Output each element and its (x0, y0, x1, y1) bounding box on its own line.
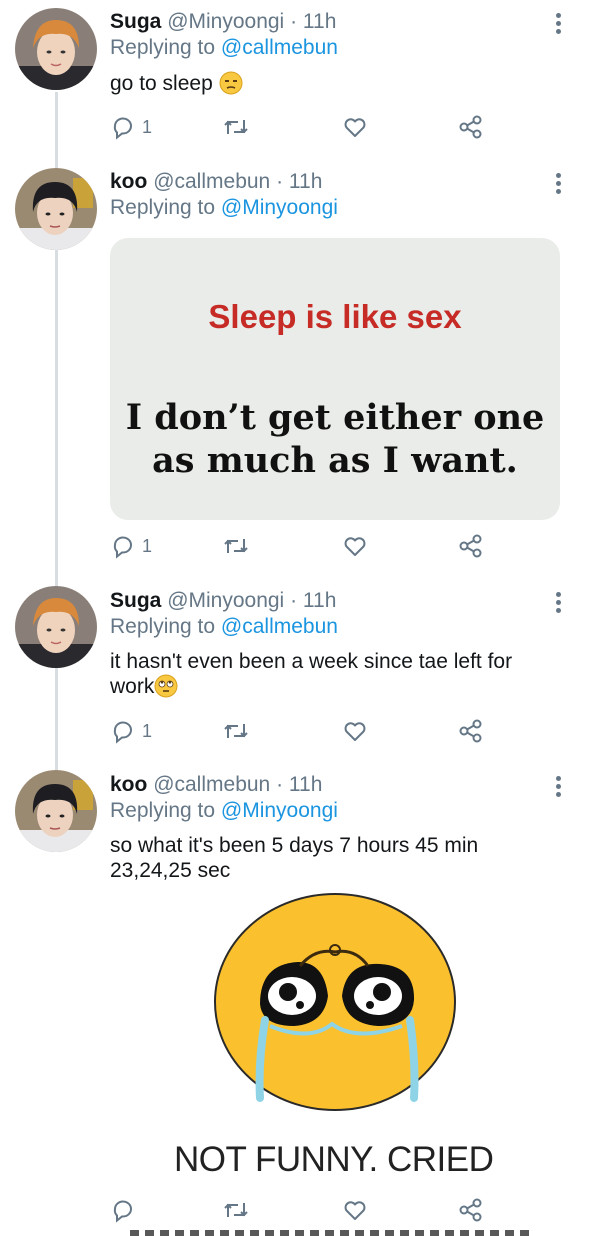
tweet-text-line: 23,24,25 sec (110, 859, 231, 882)
like-button[interactable] (342, 112, 368, 142)
heart-icon (342, 533, 368, 559)
tweet-text: it hasn't even been a week since tae lef… (110, 649, 560, 699)
share-button[interactable] (458, 112, 484, 142)
avatar[interactable] (15, 770, 97, 852)
reply-icon (110, 718, 136, 744)
share-button[interactable] (458, 531, 484, 561)
meme-headline: Sleep is like sex (208, 298, 462, 335)
share-icon (458, 1197, 484, 1223)
tweet-header: koo @callmebun · 11h (110, 169, 322, 195)
tweet-actions: 1 (110, 716, 510, 746)
reply-button[interactable]: 1 (110, 531, 152, 561)
handle[interactable]: @callmebun (153, 170, 270, 193)
timestamp[interactable]: 11h (289, 773, 322, 796)
retweet-icon (222, 114, 250, 140)
more-vertical-icon[interactable] (548, 589, 568, 619)
more-vertical-icon[interactable] (548, 773, 568, 803)
more-vertical-icon[interactable] (548, 10, 568, 40)
heart-icon (342, 1197, 368, 1223)
like-button[interactable] (342, 1195, 368, 1225)
display-name[interactable]: Suga (110, 589, 161, 612)
reply-count: 1 (142, 535, 153, 556)
retweet-button[interactable] (222, 112, 250, 142)
replying-to: Replying to @Minyoongi (110, 195, 338, 221)
mention-link[interactable]: @callmebun (221, 36, 338, 59)
like-button[interactable] (342, 531, 368, 561)
reply-icon (110, 114, 136, 140)
tweet-text-line: work (110, 675, 155, 698)
separator: · (270, 773, 289, 796)
tweet-text: go to sleep (110, 71, 560, 96)
cut-off-content (130, 1230, 530, 1236)
tweet-actions: 1 (110, 112, 510, 142)
replying-label: Replying to (110, 615, 221, 638)
replying-to: Replying to @callmebun (110, 35, 338, 61)
reply-count: 1 (142, 116, 153, 137)
tweet-header: Suga @Minyoongi · 11h (110, 588, 336, 614)
handle[interactable]: @Minyoongi (167, 589, 284, 612)
replying-label: Replying to (110, 196, 221, 219)
replying-label: Replying to (110, 36, 221, 59)
avatar[interactable] (15, 168, 97, 250)
tweet-text-line-wrap: work (110, 674, 560, 699)
meme-caption: NOT FUNNY. CRIED (174, 1140, 494, 1179)
share-icon (458, 114, 484, 140)
tweet-header: koo @callmebun · 11h (110, 772, 322, 798)
separator: · (270, 170, 289, 193)
replying-label: Replying to (110, 799, 221, 822)
reply-icon (110, 533, 136, 559)
heart-icon (342, 114, 368, 140)
tweet-header: Suga @Minyoongi · 11h (110, 9, 336, 35)
reply-button[interactable]: 1 (110, 716, 152, 746)
tweet-text-content: go to sleep (110, 72, 213, 95)
tweet-text-line: so what it's been 5 days 7 hours 45 min (110, 834, 479, 857)
retweet-button[interactable] (222, 1195, 250, 1225)
tweet-actions (110, 1195, 510, 1225)
more-vertical-icon[interactable] (548, 170, 568, 200)
reply-button[interactable] (110, 1195, 136, 1225)
heart-icon (342, 718, 368, 744)
timestamp[interactable]: 11h (303, 589, 336, 612)
reply-icon (110, 1197, 136, 1223)
display-name[interactable]: Suga (110, 10, 161, 33)
tweet-media-image[interactable]: NOT FUNNY. CRIED (110, 892, 560, 1192)
reply-count: 1 (142, 720, 153, 741)
separator: · (284, 589, 303, 612)
display-name[interactable]: koo (110, 170, 147, 193)
meme-body: I don’t get either one as much as I want… (110, 396, 560, 482)
retweet-button[interactable] (222, 531, 250, 561)
like-button[interactable] (342, 716, 368, 746)
avatar[interactable] (15, 8, 97, 90)
retweet-icon (222, 1197, 250, 1223)
handle[interactable]: @callmebun (153, 773, 270, 796)
crying-emoji-illustration (214, 893, 456, 1111)
mention-link[interactable]: @Minyoongi (221, 196, 338, 219)
tweet-actions: 1 (110, 531, 510, 561)
avatar[interactable] (15, 586, 97, 668)
share-icon (458, 718, 484, 744)
mention-link[interactable]: @callmebun (221, 615, 338, 638)
retweet-icon (222, 533, 250, 559)
timestamp[interactable]: 11h (303, 10, 336, 33)
tweet-media-image[interactable]: Sleep is like sex I don’t get either one… (110, 238, 560, 520)
replying-to: Replying to @callmebun (110, 614, 338, 640)
timestamp[interactable]: 11h (289, 170, 322, 193)
handle[interactable]: @Minyoongi (167, 10, 284, 33)
mention-link[interactable]: @Minyoongi (221, 799, 338, 822)
retweet-button[interactable] (222, 716, 250, 746)
retweet-icon (222, 718, 250, 744)
share-button[interactable] (458, 1195, 484, 1225)
separator: · (284, 10, 303, 33)
face-with-rolling-eyes-icon (154, 674, 178, 698)
share-button[interactable] (458, 716, 484, 746)
reply-button[interactable]: 1 (110, 112, 152, 142)
unamused-face-icon (219, 71, 243, 95)
tweet-text-line: it hasn't even been a week since tae lef… (110, 650, 513, 673)
meme-body-line: I don’t get either one (125, 397, 545, 438)
share-icon (458, 533, 484, 559)
replying-to: Replying to @Minyoongi (110, 798, 338, 824)
display-name[interactable]: koo (110, 773, 147, 796)
tweet-text: so what it's been 5 days 7 hours 45 min … (110, 833, 560, 883)
meme-body-line: as much as I want. (152, 440, 518, 481)
